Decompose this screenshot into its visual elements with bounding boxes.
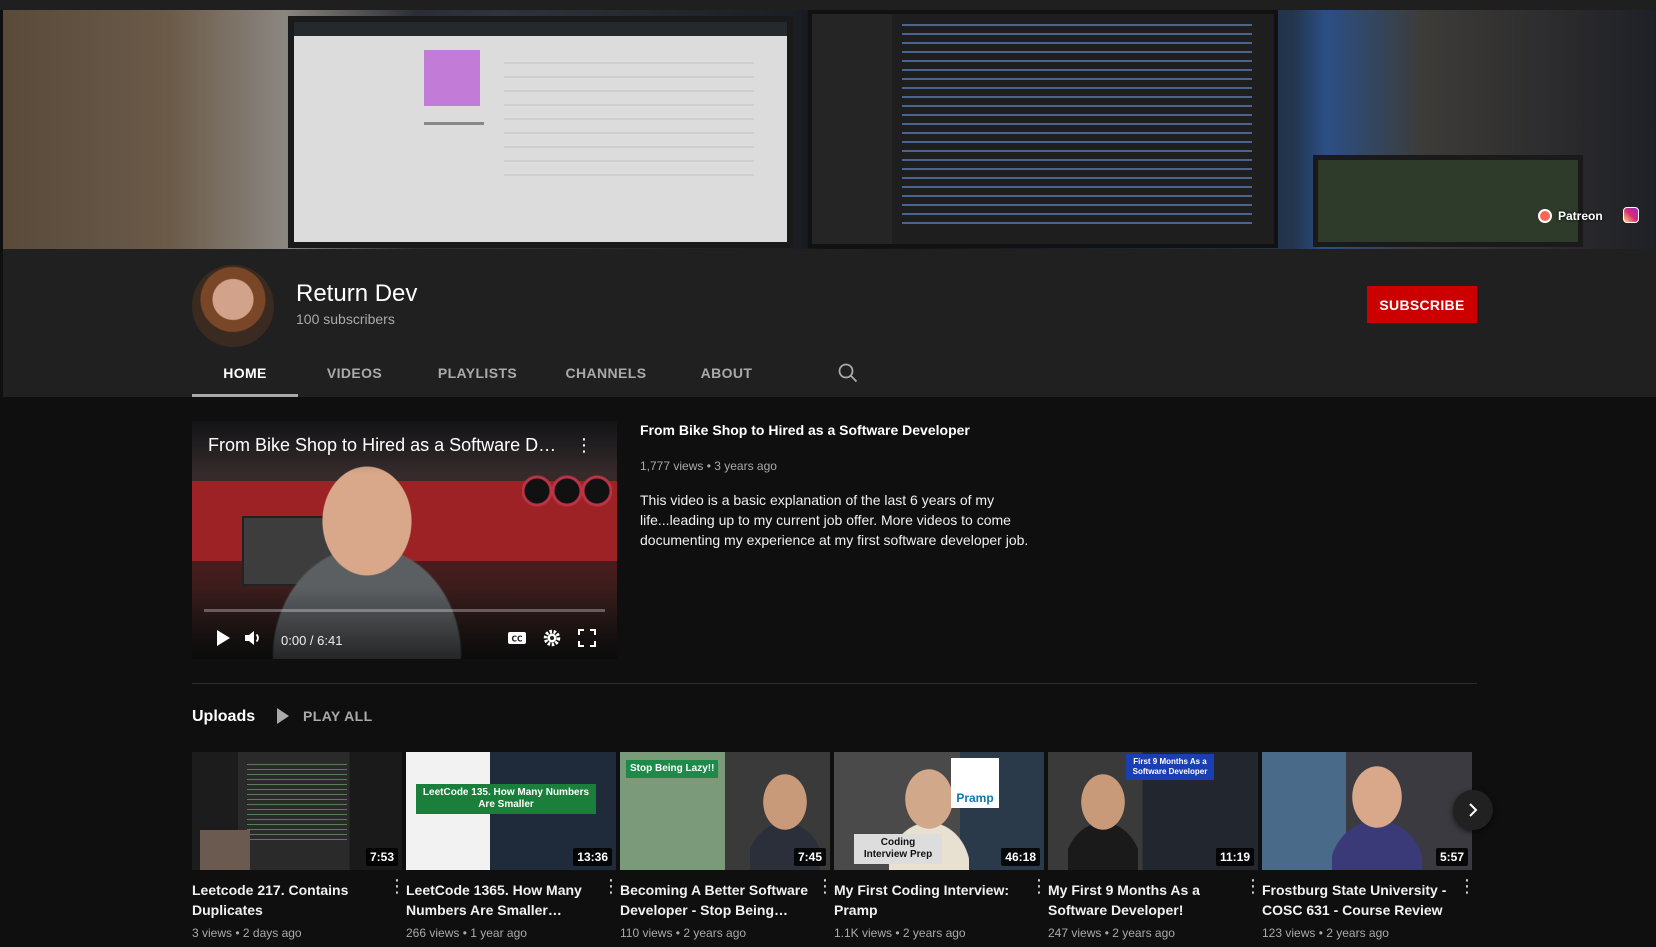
video-duration: 5:57	[1435, 848, 1468, 866]
video-card[interactable]: 7:53 Leetcode 217. Contains Duplicates 3…	[192, 752, 406, 940]
video-meta: 1.1K views • 2 years ago	[834, 926, 966, 940]
featured-video-player[interactable]: From Bike Shop to Hired as a Software De…	[192, 421, 617, 659]
patreon-icon	[1538, 209, 1552, 223]
more-options-icon[interactable]: ⋮	[1030, 876, 1048, 896]
play-all-label: PLAY ALL	[303, 708, 373, 724]
video-duration: 13:36	[573, 848, 612, 866]
video-thumbnail[interactable]: First 9 Months As a Software Developer 1…	[1048, 752, 1258, 870]
search-icon[interactable]	[838, 363, 858, 383]
video-duration: 7:45	[793, 848, 826, 866]
video-meta: 123 views • 2 years ago	[1262, 926, 1389, 940]
play-icon[interactable]	[212, 627, 234, 649]
featured-video-title[interactable]: From Bike Shop to Hired as a Software De…	[640, 422, 970, 438]
featured-video-meta: 1,777 views • 3 years ago	[640, 459, 777, 473]
video-card[interactable]: LeetCode 135. How Many Numbers Are Small…	[406, 752, 620, 940]
video-duration: 7:53	[365, 848, 398, 866]
video-meta: 3 views • 2 days ago	[192, 926, 302, 940]
chevron-right-icon	[1469, 803, 1478, 817]
subscriber-count: 100 subscribers	[296, 311, 395, 327]
pramp-logo: Pramp	[951, 758, 999, 808]
player-progress-bar[interactable]	[204, 609, 605, 612]
thumbnail-caption: Stop Being Lazy!!	[626, 760, 719, 778]
more-options-icon[interactable]: ⋮	[1244, 876, 1262, 896]
subscribe-button[interactable]: SUBSCRIBE	[1367, 286, 1477, 323]
more-options-icon[interactable]: ⋮	[388, 876, 406, 896]
video-thumbnail[interactable]: Stop Being Lazy!! 7:45	[620, 752, 830, 870]
video-thumbnail[interactable]: 7:53	[192, 752, 402, 870]
captions-icon[interactable]: CC	[506, 627, 528, 649]
video-card[interactable]: First 9 Months As a Software Developer 1…	[1048, 752, 1262, 940]
featured-video-description: This video is a basic explanation of the…	[640, 492, 1029, 548]
tab-videos[interactable]: VIDEOS	[298, 355, 411, 397]
video-meta: 110 views • 2 years ago	[620, 926, 747, 940]
shelf-next-button[interactable]	[1453, 790, 1493, 830]
video-thumbnail[interactable]: LeetCode 135. How Many Numbers Are Small…	[406, 752, 616, 870]
tab-about[interactable]: ABOUT	[668, 355, 785, 397]
video-card[interactable]: Pramp Coding Interview Prep 46:18 My Fir…	[834, 752, 1048, 940]
video-title[interactable]: LeetCode 1365. How Many Numbers Are Smal…	[406, 880, 594, 920]
player-title[interactable]: From Bike Shop to Hired as a Software De…	[208, 435, 558, 456]
instagram-icon[interactable]	[1623, 207, 1639, 223]
video-thumbnail[interactable]: Pramp Coding Interview Prep 46:18	[834, 752, 1044, 870]
fullscreen-icon[interactable]	[576, 627, 598, 649]
patreon-link[interactable]: Patreon	[1538, 205, 1603, 227]
thumbnail-caption: Coding Interview Prep	[854, 834, 942, 864]
tab-playlists[interactable]: PLAYLISTS	[411, 355, 544, 397]
banner-laptop	[1313, 155, 1583, 247]
top-strip	[0, 0, 1656, 10]
video-title[interactable]: Frostburg State University - COSC 631 - …	[1262, 880, 1450, 920]
more-options-icon[interactable]: ⋮	[1458, 876, 1476, 896]
uploads-shelf-title[interactable]: Uploads	[192, 708, 255, 726]
tab-home[interactable]: HOME	[192, 355, 298, 397]
channel-name: Return Dev	[296, 280, 418, 307]
video-card[interactable]: 5:57 Frostburg State University - COSC 6…	[1262, 752, 1476, 940]
tab-channels[interactable]: CHANNELS	[544, 355, 668, 397]
play-all-button[interactable]: PLAY ALL	[277, 708, 373, 724]
video-title[interactable]: Becoming A Better Software Developer - S…	[620, 880, 808, 920]
video-meta: 266 views • 1 year ago	[406, 926, 527, 940]
video-title[interactable]: My First 9 Months As a Software Develope…	[1048, 880, 1236, 920]
volume-icon[interactable]	[242, 627, 264, 649]
video-title[interactable]: My First Coding Interview: Pramp	[834, 880, 1022, 920]
video-duration: 46:18	[1001, 848, 1040, 866]
patreon-label: Patreon	[1558, 209, 1603, 223]
avatar[interactable]	[192, 265, 274, 347]
section-divider	[192, 683, 1477, 684]
svg-text:CC: CC	[511, 635, 523, 644]
more-options-icon[interactable]: ⋮	[816, 876, 834, 896]
player-more-icon[interactable]: ⋮	[575, 435, 593, 455]
video-meta: 247 views • 2 years ago	[1048, 926, 1175, 940]
player-controls: 0:00 / 6:41 CC	[192, 617, 617, 659]
channel-tabs: HOME VIDEOS PLAYLISTS CHANNELS ABOUT	[192, 355, 785, 397]
settings-gear-icon[interactable]	[541, 627, 563, 649]
channel-banner	[3, 10, 1656, 249]
video-thumbnail[interactable]: 5:57	[1262, 752, 1472, 870]
video-duration: 11:19	[1215, 848, 1254, 866]
play-icon	[277, 708, 289, 724]
thumbnail-caption: First 9 Months As a Software Developer	[1126, 754, 1214, 780]
thumbnail-caption: LeetCode 135. How Many Numbers Are Small…	[416, 784, 596, 814]
banner-monitor-code	[808, 10, 1278, 248]
player-time: 0:00 / 6:41	[281, 633, 343, 648]
banner-monitor-left	[288, 16, 793, 248]
more-options-icon[interactable]: ⋮	[602, 876, 620, 896]
video-card[interactable]: Stop Being Lazy!! 7:45 Becoming A Better…	[620, 752, 834, 940]
video-title[interactable]: Leetcode 217. Contains Duplicates	[192, 880, 380, 920]
